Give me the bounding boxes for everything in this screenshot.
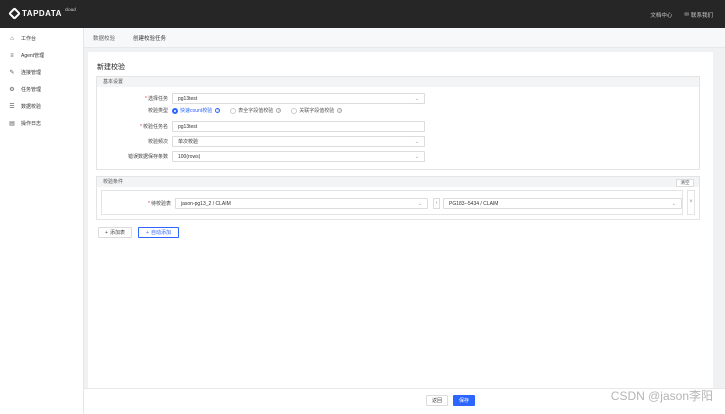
plus-icon: + (146, 229, 149, 236)
name-row: *校验任务名 pg13test (97, 121, 425, 132)
store-row: 错误数据保存条数 100(rows) ⌄ (97, 151, 425, 162)
frequency-select[interactable]: 单次校验 ⌄ (172, 136, 425, 147)
plus-icon: + (105, 229, 108, 236)
sidebar: ⌂ 工作台 ≡ Agent管理 ✎ 连接管理 ⚙ 任务管理 ☰ 数据校验 ▤ 操作日志 (0, 28, 84, 414)
page-title: 新建校验 (97, 64, 125, 71)
freq-row: 校验频次 单次校验 ⌄ (97, 136, 425, 147)
chevron-down-icon: ⌄ (414, 96, 419, 102)
task-icon: ⚙ (9, 87, 15, 93)
target-table-select[interactable]: PG183--5434 / CLAIM ⌄ (443, 198, 682, 209)
radio-count[interactable]: 快速count校验? (172, 107, 221, 114)
chevron-down-icon: ⌄ (414, 139, 419, 145)
back-button[interactable]: 返回 (426, 395, 448, 406)
log-icon: ▤ (9, 121, 15, 127)
check-icon: ☰ (9, 104, 15, 110)
chevron-down-icon: ⌄ (671, 201, 676, 207)
clear-button[interactable]: 清空 (676, 179, 694, 187)
radio-join-field[interactable]: 关联字段值校验? (291, 107, 343, 114)
conditions-section: 校验条件 清空 *待校验表 jason-pg13_2 / CLAIM ⌄ › PG… (96, 176, 700, 220)
task-select[interactable]: pg13test ⌄ (172, 93, 425, 104)
breadcrumb-create: 创建校验任务 (133, 35, 167, 42)
watermark: CSDN @jason李阳 (610, 389, 713, 403)
docs-link[interactable]: 文档中心 (650, 11, 672, 19)
chevron-down-icon: ⌄ (417, 201, 422, 207)
condition-item: *待校验表 jason-pg13_2 / CLAIM ⌄ › PG183--543… (101, 190, 683, 215)
sidebar-item-dashboard[interactable]: ⌂ 工作台 (0, 30, 83, 47)
sidebar-item-tasks[interactable]: ⚙ 任务管理 (0, 81, 83, 98)
type-row: 校验类型 快速count校验? 表全字段值校验? 关联字段值校验? (147, 107, 343, 114)
help-icon[interactable]: ? (215, 108, 221, 113)
help-icon[interactable]: ? (276, 108, 282, 113)
save-button[interactable]: 保存 (453, 395, 475, 406)
sidebar-item-validation[interactable]: ☰ 数据校验 (0, 98, 83, 115)
basic-settings-section: 基本设置 *选择任务 pg13test ⌄ 校验类型 快速count校验? 表全字… (96, 76, 700, 170)
close-icon: × (689, 199, 693, 205)
sidebar-item-agent[interactable]: ≡ Agent管理 (0, 47, 83, 64)
radio-full-field[interactable]: 表全字段值校验? (230, 107, 282, 114)
chevron-down-icon: ⌄ (414, 154, 419, 160)
add-table-button[interactable]: + 添加表 (98, 227, 132, 238)
message-icon: ✉ (684, 12, 689, 18)
logo[interactable]: TAPDATA cloud (8, 7, 76, 20)
contact-link[interactable]: ✉ 联系我们 (684, 11, 713, 19)
home-icon: ⌂ (10, 35, 14, 42)
radio-dot (291, 107, 298, 114)
task-name-input[interactable]: pg13test (172, 121, 425, 132)
task-row: *选择任务 pg13test ⌄ (97, 93, 425, 104)
remove-condition-button[interactable]: × (687, 190, 695, 215)
section-title: 校验条件 (97, 177, 699, 187)
radio-dot (230, 107, 237, 114)
error-rows-select[interactable]: 100(rows) ⌄ (172, 151, 425, 162)
logo-icon (8, 7, 21, 20)
list-icon: ≡ (10, 52, 14, 59)
radio-dot (172, 107, 178, 114)
auto-add-button[interactable]: + 自动添加 (138, 227, 179, 238)
help-icon[interactable]: ? (337, 108, 343, 113)
section-title: 基本设置 (97, 77, 699, 87)
link-icon: ✎ (9, 70, 15, 76)
arrow-right-icon: › (433, 198, 440, 209)
breadcrumb: 数据校验 创建校验任务 (84, 28, 725, 48)
breadcrumb-validation[interactable]: 数据校验 (84, 34, 124, 42)
main-panel: 新建校验 基本设置 *选择任务 pg13test ⌄ 校验类型 快速count校验… (88, 52, 713, 407)
source-table-select[interactable]: jason-pg13_2 / CLAIM ⌄ (175, 198, 428, 209)
sidebar-item-connections[interactable]: ✎ 连接管理 (0, 64, 83, 81)
logo-text: TAPDATA (22, 9, 62, 18)
top-bar: TAPDATA cloud 文档中心 ✉ 联系我们 (0, 0, 725, 28)
logo-sup: cloud (64, 7, 76, 12)
sidebar-item-logs[interactable]: ▤ 操作日志 (0, 115, 83, 132)
